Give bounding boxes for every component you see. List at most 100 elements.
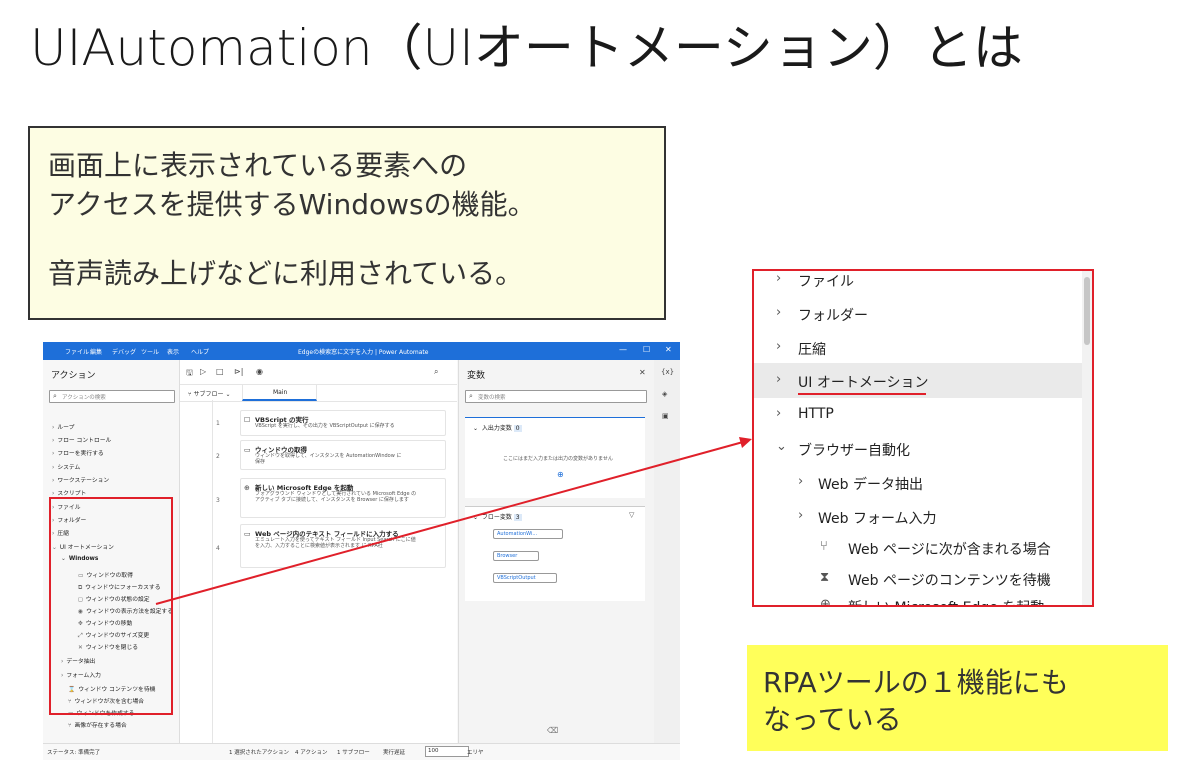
link-text[interactable]: エリヤ bbox=[467, 748, 484, 756]
action-if-image-exists[interactable]: ⑂ 画像が存在する場合 bbox=[68, 720, 127, 729]
note-line-2: なっている bbox=[763, 703, 902, 736]
add-variable-icon[interactable]: ⊕ bbox=[557, 470, 564, 479]
filter-icon[interactable]: ▽ bbox=[629, 511, 634, 519]
hourglass-icon: ⧗ bbox=[820, 570, 830, 585]
step-description: ウィンドウを取得して、インスタンスを AutomationWindow に bbox=[255, 453, 402, 459]
run-icon[interactable]: ▷ bbox=[200, 367, 206, 376]
maximize-button[interactable]: ☐ bbox=[643, 345, 650, 354]
tree-item-system[interactable]: › システム bbox=[52, 462, 80, 471]
menu-help[interactable]: ヘルプ bbox=[191, 347, 209, 356]
tree-item-loop[interactable]: › ループ bbox=[52, 422, 74, 431]
chevron-right-icon: › bbox=[776, 305, 782, 320]
description-line-1: 画面上に表示されている要素への bbox=[48, 149, 468, 182]
search-icon: ⌕ bbox=[53, 392, 57, 400]
tree-item-run-flow[interactable]: › フローを実行する bbox=[52, 448, 104, 457]
subflow-dropdown[interactable]: ⑂ サブフロー ⌄ bbox=[188, 389, 230, 398]
flow-variables-header[interactable]: ⌄ フロー変数 3 bbox=[473, 512, 522, 521]
chevron-right-icon: › bbox=[798, 508, 804, 523]
window-title: Edgeの検索窓に文字を入力 | Power Automate bbox=[298, 349, 429, 356]
variables-search-placeholder: 変数の検索 bbox=[478, 395, 506, 401]
zoom-item-web-data-extraction[interactable]: Web データ抽出 bbox=[818, 474, 923, 494]
io-empty-message: ここにはまだ入力または出力の変数がありません bbox=[503, 456, 613, 462]
tree-item-workstation[interactable]: › ワークステーション bbox=[52, 475, 109, 484]
menu-file[interactable]: ファイル bbox=[65, 347, 89, 356]
variables-search-input[interactable]: ⌕ 変数の検索 bbox=[465, 390, 647, 403]
flow-step[interactable]: ▭ Web ページ内のテキスト フィールドに入力する エミュレート入力を使ってテ… bbox=[240, 524, 446, 568]
selected-count: 1 選択されたアクション bbox=[229, 750, 289, 756]
variables-icon[interactable]: {x} bbox=[661, 368, 674, 376]
zoom-item-compress[interactable]: 圧縮 bbox=[798, 339, 826, 359]
io-variables-header[interactable]: ⌄ 入出力変数 0 bbox=[473, 423, 522, 432]
highlight-box-ui-automation bbox=[49, 497, 173, 715]
step-number: 2 bbox=[216, 453, 220, 460]
flow-step[interactable]: ▭ ウィンドウの取得 ウィンドウを取得して、インスタンスを Automation… bbox=[240, 440, 446, 470]
search-icon: ⌕ bbox=[469, 392, 473, 400]
menu-view[interactable]: 表示 bbox=[167, 347, 179, 356]
tree-item-flow-control[interactable]: › フロー コントロール bbox=[52, 435, 111, 444]
chevron-right-icon: › bbox=[776, 271, 782, 286]
step-description: VBScript を実行し、その出力を VBScriptOutput に保存する bbox=[255, 423, 395, 429]
actions-search-placeholder: アクションの検索 bbox=[62, 395, 106, 401]
status-text: ステータス: 準備完了 bbox=[47, 750, 101, 756]
actions-pane-title: アクション bbox=[51, 371, 96, 381]
flow-step[interactable]: ⊕ 新しい Microsoft Edge を起動 フォアグラウンド ウィンドウと… bbox=[240, 478, 446, 518]
close-button[interactable]: ✕ bbox=[665, 345, 672, 354]
tree-item-script[interactable]: › スクリプト bbox=[52, 488, 86, 497]
subflows-count: 1 サブフロー bbox=[337, 750, 370, 756]
stop-icon[interactable]: □ bbox=[216, 367, 224, 376]
description-box: 画面上に表示されている要素への アクセスを提供するWindowsの機能。 音声読… bbox=[28, 126, 666, 320]
variables-pane: 変数 ✕ ⌕ 変数の検索 ⌄ 入出力変数 0 ここにはまだ入力または出力の変数が… bbox=[458, 360, 654, 743]
right-rail: {x} ◈ ▣ bbox=[654, 360, 680, 743]
variables-pane-title: 変数 bbox=[467, 371, 486, 381]
run-delay-input[interactable]: 100 bbox=[425, 746, 469, 757]
tab-main[interactable]: Main bbox=[242, 385, 317, 401]
step-number: 3 bbox=[216, 497, 220, 504]
flow-step[interactable]: ☐ VBScript の実行 VBScript を実行し、その出力を VBScr… bbox=[240, 410, 446, 436]
actions-count: 4 アクション bbox=[295, 750, 328, 756]
note-box: RPAツールの１機能にも なっている bbox=[747, 645, 1168, 751]
script-icon: ☐ bbox=[244, 416, 251, 424]
app-titlebar: ファイル 編集 デバッグ ツール 表示 ヘルプ Edgeの検索窓に文字を入力 |… bbox=[43, 342, 680, 360]
step-number: 1 bbox=[216, 420, 220, 427]
zoom-item-ui-automation[interactable]: UI オートメーション bbox=[798, 372, 929, 392]
layers-icon[interactable]: ◈ bbox=[662, 390, 667, 398]
chevron-right-icon: › bbox=[776, 339, 782, 354]
slide-title: UIAutomation（UIオートメーション）とは bbox=[30, 19, 1023, 77]
menu-edit[interactable]: 編集 bbox=[90, 347, 102, 356]
image-icon[interactable]: ▣ bbox=[662, 412, 669, 420]
chevron-right-icon: › bbox=[798, 474, 804, 489]
variable-chip[interactable]: Browser bbox=[493, 551, 539, 561]
zoom-item-file[interactable]: ファイル bbox=[798, 271, 854, 291]
scrollbar-thumb[interactable] bbox=[1084, 277, 1090, 345]
step-description: 保存 bbox=[255, 459, 266, 465]
step-description: を入力、入力することに検索値が表示されます に RPA社 bbox=[255, 543, 383, 549]
zoom-item-browser-automation[interactable]: ブラウザー自動化 bbox=[798, 440, 910, 460]
minimize-button[interactable]: — bbox=[619, 345, 627, 354]
globe-icon: ⊕ bbox=[244, 484, 250, 492]
subflow-bar: ⑂ サブフロー ⌄ Main bbox=[180, 384, 457, 402]
flow-variables-section: ⌄ フロー変数 3 ▽ AutomationWi... Browser VBSc… bbox=[465, 506, 645, 601]
chevron-right-icon: › bbox=[776, 372, 782, 387]
variable-chip[interactable]: AutomationWi... bbox=[493, 529, 563, 539]
zoom-item-folder[interactable]: フォルダー bbox=[798, 305, 868, 325]
flow-count-badge: 3 bbox=[513, 514, 522, 521]
search-icon[interactable]: ⌕ bbox=[434, 367, 438, 377]
menu-tools[interactable]: ツール bbox=[141, 347, 159, 356]
save-icon[interactable]: 🖫 bbox=[186, 367, 193, 381]
eraser-icon[interactable]: ⌫ bbox=[547, 726, 558, 735]
zoom-item-http[interactable]: HTTP bbox=[798, 406, 834, 422]
arrow-head bbox=[739, 437, 752, 448]
actions-search-input[interactable]: ⌕ アクションの検索 bbox=[49, 390, 175, 403]
variable-chip[interactable]: VBScriptOutput bbox=[493, 573, 557, 583]
zoom-item-wait-webpage-content[interactable]: Web ページのコンテンツを待機 bbox=[848, 570, 1051, 590]
close-icon[interactable]: ✕ bbox=[639, 368, 646, 377]
menu-debug[interactable]: デバッグ bbox=[112, 347, 136, 356]
run-delay-label: 実行遅延 bbox=[383, 750, 406, 756]
zoom-item-web-form-fill[interactable]: Web フォーム入力 bbox=[818, 508, 937, 528]
record-icon[interactable]: ◉ bbox=[256, 367, 263, 376]
zoom-item-if-webpage-contains[interactable]: Web ページに次が含まれる場合 bbox=[848, 539, 1051, 559]
step-icon[interactable]: ⊳| bbox=[234, 367, 243, 376]
zoom-item-launch-edge[interactable]: 新しい Microsoft Edge を起動 bbox=[848, 597, 1044, 605]
textfield-icon: ▭ bbox=[244, 530, 251, 538]
step-description: アクティブ タブに接続して、インスタンスを Browser に保存します bbox=[255, 497, 409, 503]
